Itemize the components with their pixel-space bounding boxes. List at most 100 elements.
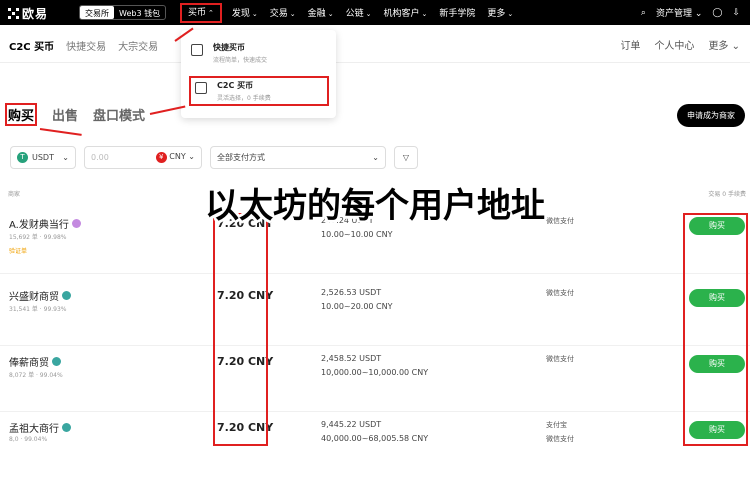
merchant-name-text: 孟祖大商行 — [9, 424, 59, 435]
exchange-tab[interactable]: 交易所 — [80, 6, 114, 19]
fiat-label: CNY — [169, 152, 186, 161]
price-highlight-box — [213, 213, 268, 446]
tab-buy[interactable]: 购买 — [5, 103, 38, 126]
nav-academy[interactable]: 新手学院 — [433, 6, 481, 19]
nav-finance[interactable]: 金融 ⌄ — [302, 6, 340, 19]
nav-label: 更多 — [487, 9, 506, 19]
c2c-buy-option[interactable]: C2C 买币灵活选择，0 手续费 — [189, 76, 329, 106]
payment-method: 支付宝 — [546, 421, 567, 429]
nav-buy-crypto[interactable]: 买币 ⌃ — [180, 2, 222, 23]
buy-highlight-box — [683, 213, 748, 446]
chevron-down-icon: ⌄ — [372, 153, 379, 162]
available-quantity: 9,445.22 USDT — [321, 420, 382, 429]
sub-navigation: C2C 买币 快捷交易 大宗交易 订单 个人中心 更多 ⌄ — [0, 25, 750, 63]
fiat-select[interactable]: ¥ CNY ⌄ — [155, 152, 195, 163]
nav-discover[interactable]: 发现 ⌄ — [226, 6, 264, 19]
top-right-actions: ⌕ 资产管理 ⌄ ◯ ⇩ — [641, 0, 740, 25]
nav-label: 金融 — [307, 9, 326, 19]
nav-chain[interactable]: 公链 ⌄ — [340, 6, 378, 19]
verified-badge-icon — [62, 291, 71, 300]
more-menu[interactable]: 更多 ⌄ — [708, 37, 740, 52]
payment-method-secondary: 微信支付 — [546, 435, 574, 443]
nav-trade[interactable]: 交易 ⌄ — [264, 6, 302, 19]
annotation-arrow — [39, 128, 82, 136]
asset-management-menu[interactable]: 资产管理 ⌄ — [656, 6, 702, 19]
asset-label: 资产管理 — [655, 9, 692, 19]
quick-buy-icon — [191, 44, 203, 56]
user-icon[interactable]: ◯ — [712, 8, 722, 18]
merchant-row: 俸薪商贸 8,072 单 · 99.04% 7.20 CNY 2,458.52 … — [0, 348, 750, 412]
quick-buy-option[interactable]: 快捷买币流程简单，快速成交 — [191, 42, 331, 64]
merchant-stats: 15,692 单 · 99.98% — [9, 234, 67, 241]
merchant-row: 兴盛财商贸 31,541 单 · 99.93% 7.20 CNY 2,526.5… — [0, 282, 750, 346]
payment-label: 全部支付方式 — [217, 153, 265, 162]
option-title: 快捷买币 — [213, 43, 245, 52]
merchant-name[interactable]: 孟祖大商行 — [9, 420, 71, 435]
verified-badge-icon — [62, 423, 71, 432]
available-quantity: 2,458.52 USDT — [321, 354, 382, 363]
chevron-down-icon: ⌄ — [421, 10, 428, 18]
order-limit: 10.00~10.00 CNY — [321, 230, 393, 239]
nav-label: 发现 — [231, 9, 250, 19]
chevron-down-icon: ⌄ — [507, 10, 514, 18]
verified-badge-icon — [52, 357, 61, 366]
logo-text: 欧易 — [22, 7, 49, 21]
merchant-name-text: 俸薪商贸 — [9, 358, 49, 369]
overlay-banner-text: 以太坊的每个用户地址 — [205, 186, 545, 226]
main-nav: 买币 ⌃ 发现 ⌄ 交易 ⌄ 金融 ⌄ 公链 ⌄ 机构客户 ⌄ 新手学院 更多 ⌄ — [180, 0, 519, 25]
chevron-down-icon: ⌄ — [251, 10, 258, 18]
nav-label: 公链 — [345, 9, 364, 19]
apply-merchant-button[interactable]: 申请成为商家 — [677, 104, 745, 127]
more-label: 更多 — [708, 41, 729, 52]
option-desc: 流程简单，快速成交 — [213, 57, 268, 64]
merchant-stats: 8,0 · 99.04% — [9, 436, 48, 443]
filter-button[interactable]: ▽ — [394, 146, 418, 169]
payment-method: 微信支付 — [546, 355, 574, 363]
order-limit: 10.00~20.00 CNY — [321, 302, 393, 311]
top-navigation-bar: 欧易 交易所 Web3 钱包 买币 ⌃ 发现 ⌄ 交易 ⌄ 金融 ⌄ 公链 ⌄ 机构客户 ⌄… — [0, 0, 750, 25]
search-icon[interactable]: ⌕ — [641, 8, 646, 18]
chevron-down-icon: ⌄ — [62, 153, 69, 162]
order-limit: 40,000.00~68,005.58 CNY — [321, 434, 429, 443]
trade-mode-tabs: 购买 出售 盘口模式 — [5, 103, 145, 126]
chevron-down-icon: ⌄ — [327, 10, 334, 18]
usdt-icon: T — [17, 152, 28, 163]
okx-mark-icon — [8, 8, 19, 19]
filter-icon: ▽ — [402, 153, 410, 162]
nav-institutional[interactable]: 机构客户 ⌄ — [377, 6, 433, 19]
payment-method: 微信支付 — [546, 289, 574, 297]
nav-label: 新手学院 — [439, 9, 476, 19]
c2c-icon — [195, 82, 207, 94]
tab-block-trade[interactable]: 大宗交易 — [118, 38, 158, 53]
filter-bar: T USDT ⌄ 0.00 ¥ CNY ⌄ 全部支付方式 ⌄ ▽ — [10, 146, 418, 169]
option-title: C2C 买币 — [217, 81, 254, 90]
tab-c2c-buy[interactable]: C2C 买币 — [9, 38, 54, 53]
nav-label: 交易 — [269, 9, 288, 19]
tab-quick-trade[interactable]: 快捷交易 — [66, 38, 106, 53]
merchant-name[interactable]: 兴盛财商贸 — [9, 288, 71, 303]
platform-switch: 交易所 Web3 钱包 — [79, 5, 167, 20]
nav-label: 机构客户 — [383, 9, 420, 19]
cny-icon: ¥ — [155, 152, 167, 163]
tab-orderbook-mode[interactable]: 盘口模式 — [93, 105, 145, 126]
amount-placeholder: 0.00 — [91, 153, 109, 162]
tab-sell[interactable]: 出售 — [52, 105, 78, 126]
payment-method-select[interactable]: 全部支付方式 ⌄ — [210, 146, 386, 169]
merchant-row: 孟祖大商行 8,0 · 99.04% 7.20 CNY 9,445.22 USD… — [0, 414, 750, 478]
coin-select[interactable]: T USDT ⌄ — [10, 146, 76, 169]
web3-wallet-tab[interactable]: Web3 钱包 — [114, 6, 165, 19]
merchant-stats: 8,072 单 · 99.04% — [9, 372, 63, 379]
okx-logo[interactable]: 欧易 — [8, 5, 48, 22]
profile-link[interactable]: 个人中心 — [654, 37, 694, 52]
option-desc: 灵活选择，0 手续费 — [217, 95, 271, 102]
merchant-name[interactable]: 俸薪商贸 — [9, 354, 61, 369]
chevron-up-icon: ⌃ — [208, 8, 214, 17]
nav-more[interactable]: 更多 ⌄ — [481, 6, 519, 19]
nav-label: 买币 — [188, 7, 207, 18]
merchant-name-text: 兴盛财商贸 — [9, 292, 59, 303]
coin-label: USDT — [32, 153, 54, 162]
amount-input[interactable]: 0.00 ¥ CNY ⌄ — [84, 146, 202, 169]
download-icon[interactable]: ⇩ — [732, 8, 740, 18]
merchant-stats: 31,541 单 · 99.93% — [9, 306, 67, 313]
orders-link[interactable]: 订单 — [620, 37, 640, 52]
